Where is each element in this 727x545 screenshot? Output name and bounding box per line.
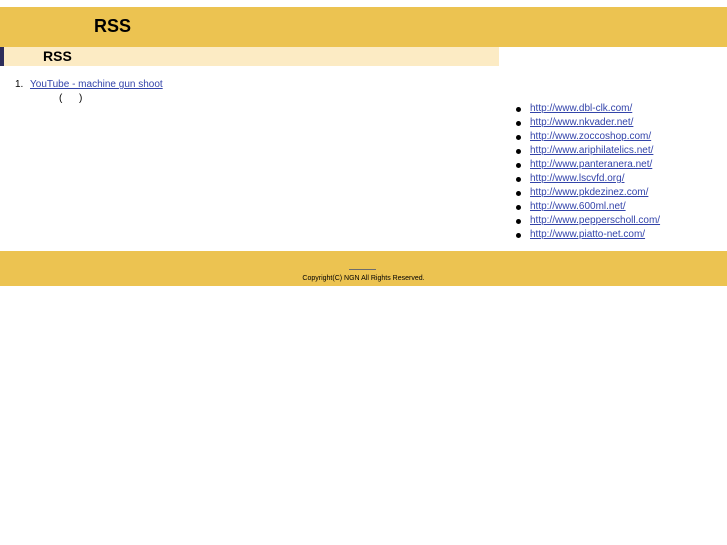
list-item: http://www.lscvfd.org/ xyxy=(515,172,660,186)
external-link[interactable]: http://www.nkvader.net/ xyxy=(530,116,633,130)
bullet-icon xyxy=(516,134,521,140)
external-link[interactable]: http://www.dbl-clk.com/ xyxy=(530,102,632,116)
page-header: RSS xyxy=(0,7,727,47)
bullet-icon xyxy=(516,120,521,126)
link-list: http://www.dbl-clk.com/ http://www.nkvad… xyxy=(515,102,660,242)
footer-divider xyxy=(349,269,376,270)
section-header: RSS xyxy=(0,47,499,66)
feed-list: 1. YouTube - machine gun shoot xyxy=(15,79,163,91)
external-link[interactable]: http://www.piatto-net.com/ xyxy=(530,228,645,242)
section-title: RSS xyxy=(43,48,72,64)
bullet-icon xyxy=(516,190,521,196)
list-item: http://www.zoccoshop.com/ xyxy=(515,130,660,144)
external-link[interactable]: http://www.zoccoshop.com/ xyxy=(530,130,651,144)
page-title: RSS xyxy=(94,16,132,36)
external-link[interactable]: http://www.pkdezinez.com/ xyxy=(530,186,648,200)
feed-item-meta: ( ) xyxy=(59,93,83,104)
list-item: http://www.panteranera.net/ xyxy=(515,158,660,172)
bullet-icon xyxy=(516,204,521,210)
list-item: http://www.600ml.net/ xyxy=(515,200,660,214)
list-item: 1. YouTube - machine gun shoot xyxy=(15,79,163,91)
bullet-icon xyxy=(516,232,521,238)
bullet-icon xyxy=(516,106,521,112)
bullet-icon xyxy=(516,218,521,224)
page-footer: Copyright(C) NGN All Rights Reserved. xyxy=(0,251,727,286)
list-item: http://www.ariphilatelics.net/ xyxy=(515,144,660,158)
bullet-icon xyxy=(516,176,521,182)
list-item: http://www.pkdezinez.com/ xyxy=(515,186,660,200)
item-number: 1. xyxy=(15,79,24,90)
external-link[interactable]: http://www.600ml.net/ xyxy=(530,200,626,214)
list-item: http://www.nkvader.net/ xyxy=(515,116,660,130)
copyright-text: Copyright(C) NGN All Rights Reserved. xyxy=(302,275,425,282)
external-link[interactable]: http://www.pepperscholl.com/ xyxy=(530,214,660,228)
feed-item-link[interactable]: YouTube - machine gun shoot xyxy=(30,79,163,91)
bullet-icon xyxy=(516,162,521,168)
external-link[interactable]: http://www.ariphilatelics.net/ xyxy=(530,144,653,158)
external-link[interactable]: http://www.lscvfd.org/ xyxy=(530,172,624,186)
external-link[interactable]: http://www.panteranera.net/ xyxy=(530,158,652,172)
list-item: http://www.pepperscholl.com/ xyxy=(515,214,660,228)
list-item: http://www.piatto-net.com/ xyxy=(515,228,660,242)
bullet-icon xyxy=(516,148,521,154)
list-item: http://www.dbl-clk.com/ xyxy=(515,102,660,116)
